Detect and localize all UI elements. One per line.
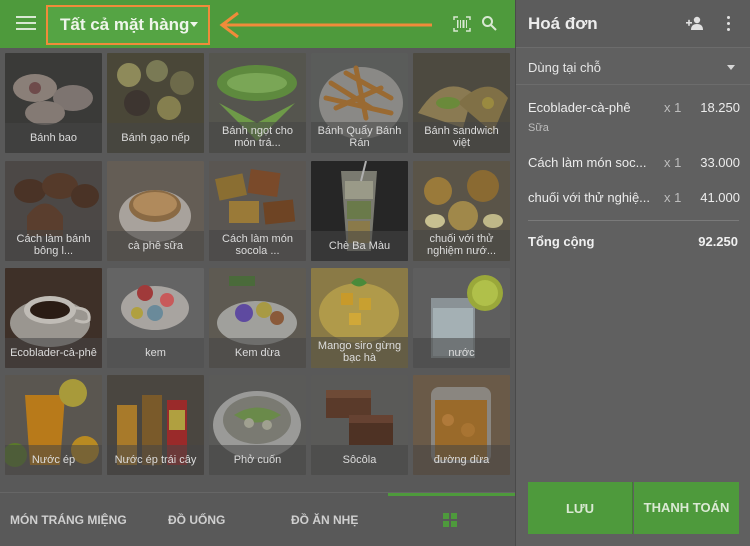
search-icon[interactable] (481, 15, 497, 31)
total-value: 92.250 (698, 234, 738, 249)
product-label: Nước ép trái cây (107, 445, 204, 475)
invoice-header: Hoá đơn (516, 0, 750, 48)
hamburger-menu-icon[interactable] (16, 16, 36, 32)
product-tile[interactable]: Phở cuốn (209, 375, 306, 475)
product-tile[interactable]: nước (413, 268, 510, 368)
product-tile[interactable]: Kem dừa (209, 268, 306, 368)
line-item-price: 41.000 (700, 190, 740, 205)
product-label: Cách làm món socola ... (209, 230, 306, 261)
product-tile[interactable]: đường dừa (413, 375, 510, 475)
total-divider (528, 220, 739, 221)
tab-snacks[interactable]: ĐỒ ĂN NHẸ (291, 493, 358, 546)
product-label: chuối với thử nghiệm nướ... (413, 230, 510, 261)
barcode-scan-icon[interactable] (453, 16, 471, 32)
product-label: Bánh bao (5, 123, 102, 153)
tab-drinks[interactable]: ĐỒ UỐNG (168, 493, 225, 546)
product-label: Kem dừa (209, 338, 306, 368)
product-label: Phở cuốn (209, 445, 306, 475)
dine-option-dropdown[interactable]: Dùng tại chỗ (516, 49, 750, 85)
product-label: Nước ép (5, 445, 102, 475)
line-item-name: Ecoblader-cà-phê (528, 100, 631, 115)
category-dropdown-label: Tất cả mặt hàng (60, 15, 190, 34)
invoice-panel: Hoá đơn Dùng tại chỗ Ecoblader-cà-phê x … (515, 0, 750, 546)
product-tile[interactable]: kem (107, 268, 204, 368)
pos-screen: Tất cả mặt hàng Bánh bao Bánh gạo nếp Bá… (0, 0, 750, 546)
product-label: nước (413, 338, 510, 368)
category-dropdown[interactable]: Tất cả mặt hàng (46, 5, 210, 45)
product-tile[interactable]: Cách làm bánh bông l... (5, 161, 102, 261)
caret-down-icon (190, 22, 198, 27)
caret-down-icon (727, 65, 735, 70)
product-label: cà phê sữa (107, 231, 204, 261)
tab-desserts[interactable]: MÓN TRÁNG MIỆNG (10, 493, 127, 546)
invoice-line-item[interactable]: chuối với thử nghiệ... x 1 41.000 (528, 190, 740, 210)
product-label: Chè Ba Màu (311, 231, 408, 261)
invoice-line-item[interactable]: Ecoblader-cà-phê x 1 18.250 Sữa (528, 100, 740, 140)
product-tile[interactable]: Nước ép trái cây (107, 375, 204, 475)
product-tile[interactable]: Cách làm món socola ... (209, 161, 306, 261)
product-tile[interactable]: Ecoblader-cà-phê (5, 268, 102, 368)
more-options-icon[interactable] (727, 16, 731, 32)
invoice-line-item[interactable]: Cách làm món soc... x 1 33.000 (528, 155, 740, 175)
total-label: Tổng cộng (528, 234, 595, 249)
product-tile[interactable]: Chè Ba Màu (311, 161, 408, 261)
top-app-bar: Tất cả mặt hàng (0, 0, 515, 48)
product-tile[interactable]: Sôcôla (311, 375, 408, 475)
line-item-note: Sữa (528, 122, 549, 134)
annotation-arrow (219, 11, 432, 39)
product-tile[interactable]: cà phê sữa (107, 161, 204, 261)
product-label: Bánh gạo nếp (107, 123, 204, 153)
product-label: Ecoblader-cà-phê (5, 338, 102, 368)
line-item-qty: x 1 (664, 155, 682, 170)
product-label: Bánh sandwich việt (413, 122, 510, 153)
product-tile[interactable]: chuối với thử nghiệm nướ... (413, 161, 510, 261)
product-tile[interactable]: Bánh Quẩy Bánh Rán (311, 53, 408, 153)
line-item-name: chuối với thử nghiệ... (528, 190, 651, 205)
product-tile[interactable]: Nước ép (5, 375, 102, 475)
category-tab-bar: MÓN TRÁNG MIỆNG ĐỒ UỐNG ĐỒ ĂN NHẸ (0, 492, 515, 546)
checkout-button[interactable]: THANH TOÁN (634, 482, 739, 534)
product-panel: Tất cả mặt hàng Bánh bao Bánh gạo nếp Bá… (0, 0, 515, 546)
product-label: Cách làm bánh bông l... (5, 230, 102, 261)
product-tile[interactable]: Bánh ngọt cho món trá... (209, 53, 306, 153)
dine-option-value: Dùng tại chỗ (528, 60, 601, 75)
grid-view-icon[interactable] (443, 513, 457, 527)
line-item-price: 33.000 (700, 155, 740, 170)
invoice-title: Hoá đơn (528, 14, 598, 33)
product-label: Bánh Quẩy Bánh Rán (311, 122, 408, 153)
active-tab-indicator (388, 493, 515, 496)
product-grid: Bánh bao Bánh gạo nếp Bánh ngọt cho món … (5, 53, 510, 483)
product-label: Mango siro gừng bạc hà (311, 337, 408, 368)
line-item-qty: x 1 (664, 100, 682, 115)
product-tile[interactable]: Bánh gạo nếp (107, 53, 204, 153)
product-tile[interactable]: Mango siro gừng bạc hà (311, 268, 408, 368)
product-label: đường dừa (413, 445, 510, 475)
line-item-name: Cách làm món soc... (528, 155, 647, 170)
product-tile[interactable]: Bánh sandwich việt (413, 53, 510, 153)
save-button[interactable]: LƯU (528, 482, 633, 534)
product-label: Bánh ngọt cho món trá... (209, 122, 306, 153)
line-item-price: 18.250 (700, 100, 740, 115)
line-item-qty: x 1 (664, 190, 682, 205)
product-label: kem (107, 338, 204, 368)
product-label: Sôcôla (311, 445, 408, 475)
add-customer-icon[interactable] (686, 16, 704, 30)
product-tile[interactable]: Bánh bao (5, 53, 102, 153)
